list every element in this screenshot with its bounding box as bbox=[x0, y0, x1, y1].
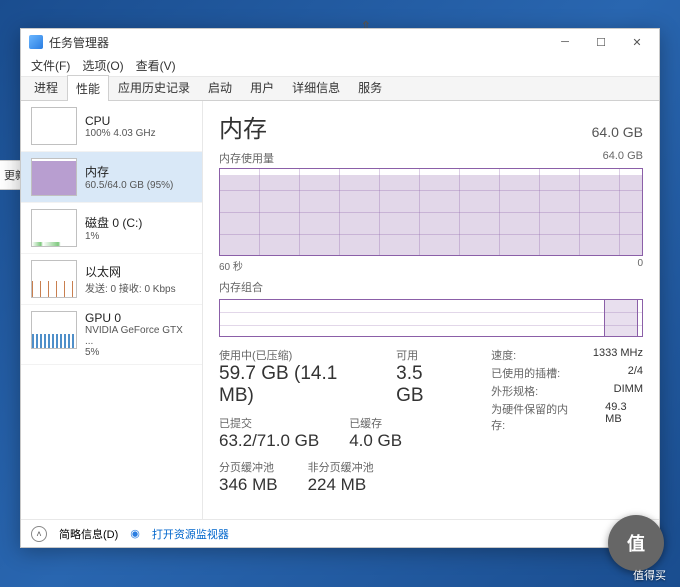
composition-label: 内存组合 bbox=[219, 279, 263, 295]
titlebar[interactable]: 任务管理器 ─ ☐ ✕ bbox=[21, 29, 659, 55]
task-manager-window: 任务管理器 ─ ☐ ✕ 文件(F) 选项(O) 查看(V) 进程 性能 应用历史… bbox=[20, 28, 660, 548]
resmon-icon: ◉ bbox=[130, 527, 140, 540]
nonpaged-pool-label: 非分页缓冲池 bbox=[308, 459, 374, 475]
tab-app-history[interactable]: 应用历史记录 bbox=[109, 74, 199, 100]
tabbar: 进程 性能 应用历史记录 启动 用户 详细信息 服务 bbox=[21, 77, 659, 101]
in-use-label: 使用中(已压缩) bbox=[219, 347, 366, 363]
form-factor-value: DIMM bbox=[614, 383, 643, 399]
watermark-text: 值得买 bbox=[633, 567, 666, 583]
cpu-thumbnail bbox=[31, 107, 77, 145]
sidebar-label: GPU 0 bbox=[85, 311, 192, 325]
detail-title: 内存 bbox=[219, 109, 267, 144]
available-value: 3.5 GB bbox=[396, 363, 451, 407]
performance-sidebar: CPU 100% 4.03 GHz 内存 60.5/64.0 GB (95%) … bbox=[21, 101, 203, 519]
sidebar-sub: 100% 4.03 GHz bbox=[85, 128, 192, 139]
main-panel: 内存 64.0 GB 内存使用量 64.0 GB 60 秒 0 内存组合 使用中… bbox=[203, 101, 659, 519]
open-resource-monitor-link[interactable]: 打开资源监视器 bbox=[152, 526, 229, 542]
gpu-thumbnail bbox=[31, 311, 77, 349]
smzdm-logo-icon: 值 bbox=[608, 515, 664, 571]
memory-thumbnail bbox=[31, 158, 77, 196]
disk-thumbnail bbox=[31, 209, 77, 247]
memory-total: 64.0 GB bbox=[592, 124, 643, 140]
sidebar-label: 内存 bbox=[85, 163, 192, 180]
maximize-button[interactable]: ☐ bbox=[583, 29, 619, 55]
app-icon bbox=[29, 35, 43, 49]
in-use-value: 59.7 GB (14.1 MB) bbox=[219, 363, 366, 407]
sidebar-item-gpu[interactable]: GPU 0 NVIDIA GeForce GTX ... 5% bbox=[21, 305, 202, 365]
sidebar-item-cpu[interactable]: CPU 100% 4.03 GHz bbox=[21, 101, 202, 152]
window-title: 任务管理器 bbox=[49, 34, 109, 51]
tab-services[interactable]: 服务 bbox=[349, 74, 391, 100]
speed-value: 1333 MHz bbox=[593, 347, 643, 363]
paged-pool-label: 分页缓冲池 bbox=[219, 459, 278, 475]
footer-bar: ˄ 简略信息(D) ◉ 打开资源监视器 bbox=[21, 519, 659, 547]
committed-value: 63.2/71.0 GB bbox=[219, 431, 319, 451]
committed-label: 已提交 bbox=[219, 415, 319, 431]
nonpaged-pool-value: 224 MB bbox=[308, 475, 374, 495]
memory-composition-graph[interactable] bbox=[219, 299, 643, 337]
paged-pool-value: 346 MB bbox=[219, 475, 278, 495]
memory-usage-graph[interactable] bbox=[219, 168, 643, 256]
sidebar-sub2: 5% bbox=[85, 347, 192, 358]
tab-processes[interactable]: 进程 bbox=[25, 74, 67, 100]
ethernet-thumbnail bbox=[31, 260, 77, 298]
fewer-details-button[interactable]: 简略信息(D) bbox=[59, 526, 118, 542]
chevron-up-icon[interactable]: ˄ bbox=[31, 526, 47, 542]
tab-performance[interactable]: 性能 bbox=[67, 75, 109, 101]
sidebar-sub: NVIDIA GeForce GTX ... bbox=[85, 325, 192, 347]
axis-right: 0 bbox=[637, 258, 643, 273]
sidebar-item-memory[interactable]: 内存 60.5/64.0 GB (95%) bbox=[21, 152, 202, 203]
content-area: CPU 100% 4.03 GHz 内存 60.5/64.0 GB (95%) … bbox=[21, 101, 659, 519]
sidebar-sub: 60.5/64.0 GB (95%) bbox=[85, 180, 192, 191]
tab-details[interactable]: 详细信息 bbox=[283, 74, 349, 100]
menu-file[interactable]: 文件(F) bbox=[27, 55, 74, 76]
sidebar-sub: 发送: 0 接收: 0 Kbps bbox=[85, 280, 192, 295]
minimize-button[interactable]: ─ bbox=[547, 29, 583, 55]
usage-graph-max: 64.0 GB bbox=[603, 150, 643, 166]
hardware-reserved-value: 49.3 MB bbox=[605, 401, 643, 433]
menu-options[interactable]: 选项(O) bbox=[78, 55, 127, 76]
available-label: 可用 bbox=[396, 347, 451, 363]
menu-view[interactable]: 查看(V) bbox=[132, 55, 180, 76]
tab-users[interactable]: 用户 bbox=[241, 74, 283, 100]
usage-graph-label: 内存使用量 bbox=[219, 150, 274, 166]
slots-label: 已使用的插槽: bbox=[491, 365, 560, 381]
slots-value: 2/4 bbox=[628, 365, 643, 381]
speed-label: 速度: bbox=[491, 347, 516, 363]
tab-startup[interactable]: 启动 bbox=[199, 74, 241, 100]
cached-label: 已缓存 bbox=[349, 415, 402, 431]
axis-left: 60 秒 bbox=[219, 258, 243, 273]
sidebar-item-ethernet[interactable]: 以太网 发送: 0 接收: 0 Kbps bbox=[21, 254, 202, 305]
sidebar-label: 磁盘 0 (C:) bbox=[85, 214, 192, 231]
cached-value: 4.0 GB bbox=[349, 431, 402, 451]
sidebar-sub: 1% bbox=[85, 231, 192, 242]
sidebar-label: 以太网 bbox=[85, 263, 192, 280]
memory-stats: 使用中(已压缩) 59.7 GB (14.1 MB) 可用 3.5 GB 已提交… bbox=[219, 347, 643, 495]
hardware-reserved-label: 为硬件保留的内存: bbox=[491, 401, 575, 433]
sidebar-item-disk[interactable]: 磁盘 0 (C:) 1% bbox=[21, 203, 202, 254]
sidebar-label: CPU bbox=[85, 114, 192, 128]
form-factor-label: 外形规格: bbox=[491, 383, 538, 399]
close-button[interactable]: ✕ bbox=[619, 29, 655, 55]
